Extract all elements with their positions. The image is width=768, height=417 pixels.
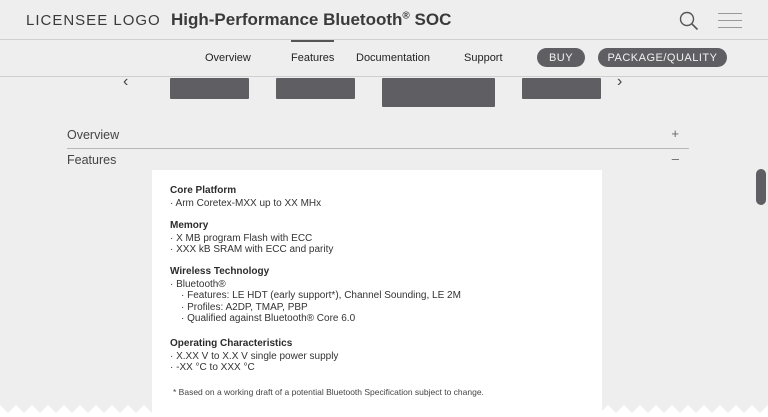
search-icon[interactable]: [679, 11, 699, 31]
accordion-overview[interactable]: Overview +: [67, 124, 689, 149]
spec-sub-item: · Qualified against Bluetooth® Core 6.0: [181, 313, 356, 324]
torn-edge-decoration: [0, 405, 768, 417]
nav-support[interactable]: Support: [464, 52, 503, 64]
package-quality-button[interactable]: PACKAGE/QUALITY: [598, 48, 727, 67]
section-memory: Memory · X MB program Flash with ECC · X…: [170, 220, 333, 256]
section-core-platform: Core Platform · Arm Coretex-MXX up to XX…: [170, 185, 321, 209]
product-title-suffix: SOC: [409, 10, 452, 29]
sub-navigation: Overview Features Documentation Support …: [0, 40, 768, 77]
spec-item: · XXX kB SRAM with ECC and parity: [170, 244, 334, 255]
hamburger-menu-icon[interactable]: [718, 13, 742, 28]
chevron-left-icon[interactable]: ‹: [123, 73, 128, 91]
section-operating: Operating Characteristics · X.XX V to X.…: [170, 338, 338, 374]
section-heading: Core Platform: [170, 185, 237, 196]
carousel-thumbnail-active[interactable]: [382, 78, 495, 107]
spec-item: · Arm Coretex-MXX up to XX MHx: [170, 197, 322, 209]
footnote: * Based on a working draft of a potentia…: [173, 387, 484, 397]
accordion-overview-label: Overview: [67, 128, 120, 142]
top-header: LICENSEE LOGO High-Performance Bluetooth…: [0, 0, 768, 40]
accordion-features-label: Features: [67, 153, 117, 167]
spec-sub-item: · Features: LE HDT (early support*), Cha…: [181, 290, 461, 301]
carousel-thumbnail[interactable]: [522, 78, 601, 99]
expand-plus-icon[interactable]: +: [671, 126, 679, 141]
spec-item: · X.XX V to X.X V single power supply: [170, 350, 339, 362]
spec-item: · -XX °C to XXX °C: [170, 362, 255, 373]
licensee-logo[interactable]: LICENSEE LOGO: [26, 12, 161, 29]
spec-sub-item: · Profiles: A2DP, TMAP, PBP: [181, 301, 308, 313]
section-heading: Memory: [170, 220, 209, 231]
chevron-right-icon[interactable]: ›: [617, 73, 622, 91]
section-wireless: Wireless Technology · Bluetooth® · Featu…: [170, 266, 461, 325]
carousel-thumbnail[interactable]: [276, 78, 355, 99]
menu-bar: [718, 20, 742, 21]
features-panel: Core Platform · Arm Coretex-MXX up to XX…: [152, 170, 602, 417]
carousel-thumbnail[interactable]: [170, 78, 249, 99]
nav-documentation[interactable]: Documentation: [356, 52, 430, 64]
page: LICENSEE LOGO High-Performance Bluetooth…: [0, 0, 768, 417]
scrollbar-thumb[interactable]: [756, 169, 766, 205]
nav-features[interactable]: Features: [291, 40, 335, 64]
collapse-minus-icon[interactable]: –: [672, 151, 679, 166]
section-heading: Wireless Technology: [170, 266, 270, 277]
product-title-text: High-Performance Bluetooth: [171, 10, 403, 29]
product-title: High-Performance Bluetooth® SOC: [171, 10, 451, 30]
spec-item: · Bluetooth®: [170, 278, 226, 290]
section-heading: Operating Characteristics: [170, 338, 293, 349]
menu-bar: [718, 13, 742, 14]
menu-bar: [718, 27, 742, 28]
registered-mark: ®: [402, 10, 410, 22]
spec-item: · X MB program Flash with ECC: [170, 232, 313, 244]
nav-overview[interactable]: Overview: [205, 52, 251, 64]
buy-button[interactable]: BUY: [537, 48, 585, 67]
